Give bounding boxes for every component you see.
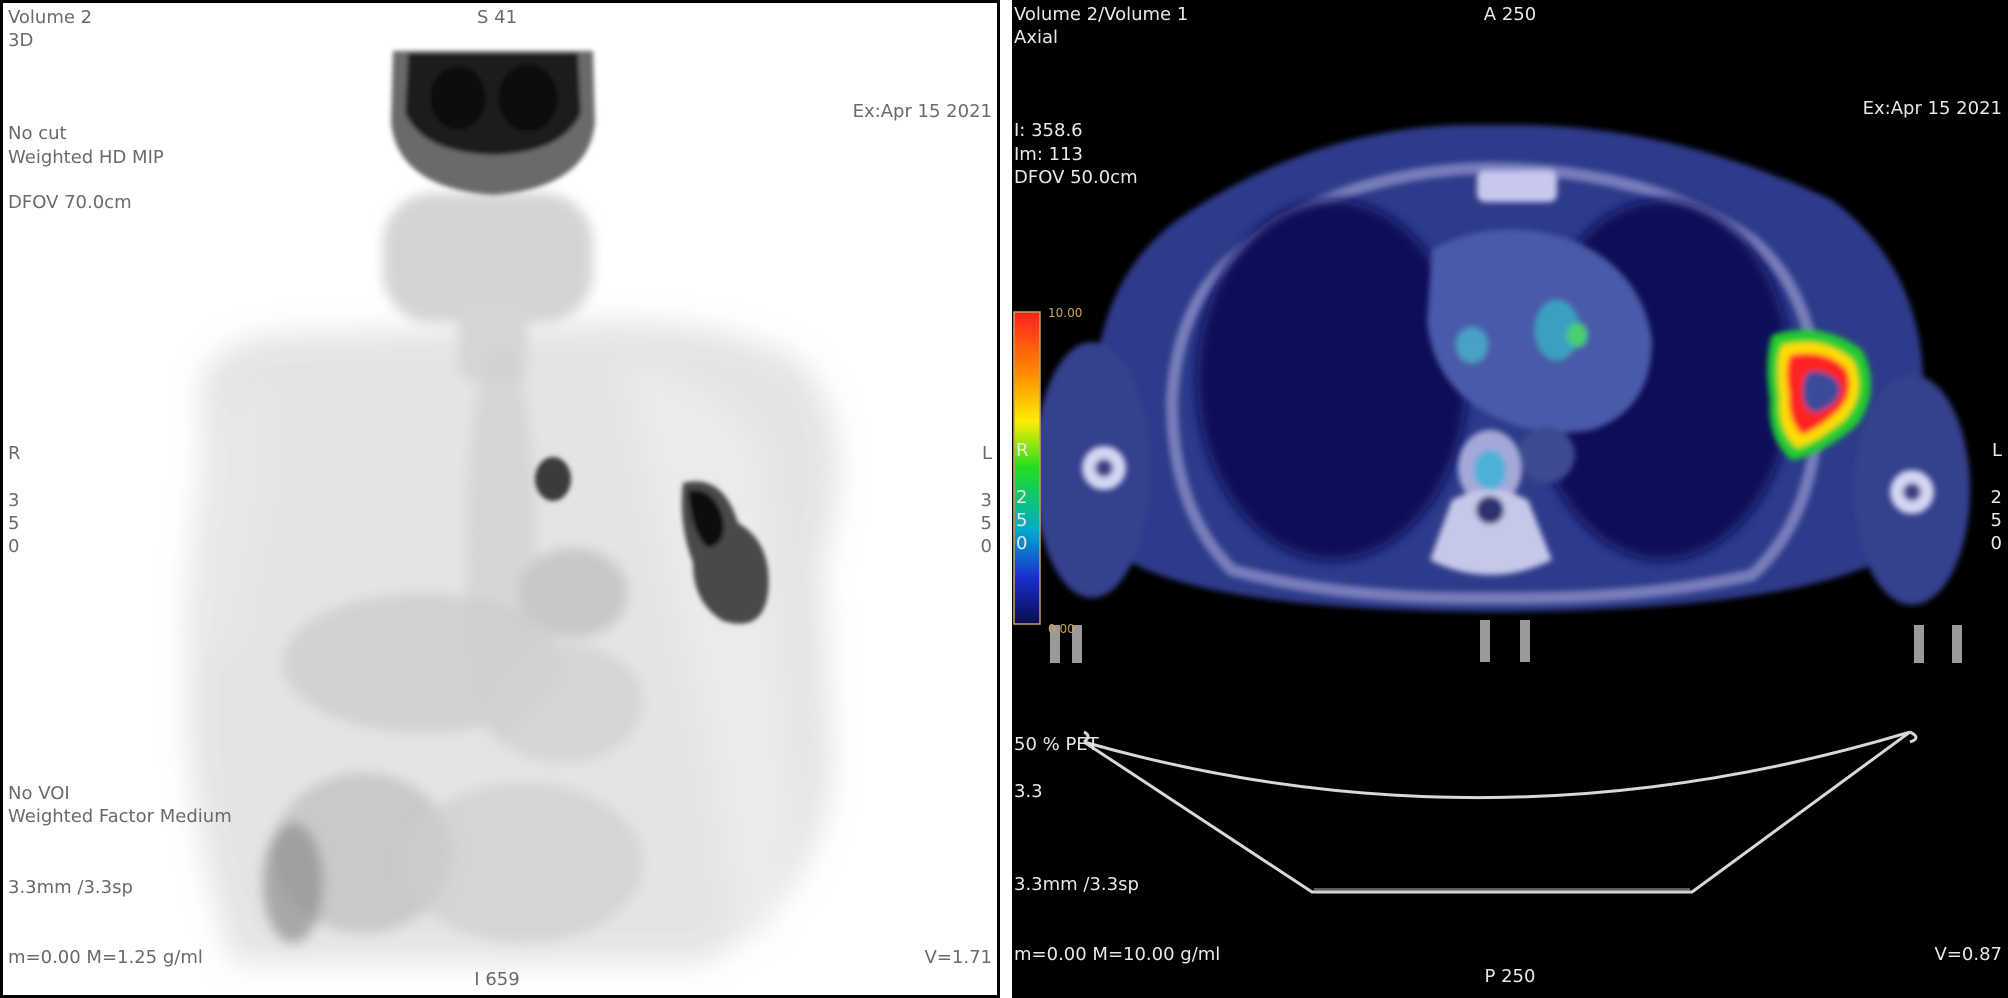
- side-left-digit3: 0: [1016, 533, 1028, 554]
- cut-label: No cut: [8, 123, 67, 144]
- side-left-r: R: [8, 443, 21, 464]
- side-left-digit1: 3: [8, 490, 20, 511]
- mip-viewport[interactable]: Volume 2 3D S 41 Ex:Apr 15 2021 No cut W…: [0, 0, 1000, 998]
- window-label: m=0.00 M=10.00 g/ml: [1014, 944, 1221, 965]
- axial-viewport[interactable]: 10.00 0.00 Volume 2/Volume 1 Axial A 250…: [1012, 0, 2008, 998]
- image-number-label: Im: 113: [1014, 144, 1083, 165]
- blend-value: 3.3: [1014, 781, 1043, 802]
- orientation-bottom: P 250: [1484, 966, 1536, 987]
- view-mode-label: 3D: [8, 30, 34, 51]
- side-right-digit3: 0: [980, 536, 992, 557]
- volume-label: Volume 2/Volume 1: [1014, 4, 1189, 25]
- exam-date: Ex:Apr 15 2021: [1862, 98, 2002, 119]
- orientation-bottom: I 659: [474, 969, 520, 990]
- voi-label: No VOI: [8, 783, 70, 804]
- side-right-digit2: 5: [980, 513, 992, 534]
- intensity-label: I: 358.6: [1014, 120, 1083, 141]
- view-mode-label: Axial: [1014, 27, 1058, 48]
- side-right-l: L: [981, 443, 992, 464]
- side-left-digit2: 5: [8, 513, 20, 534]
- exam-date: Ex:Apr 15 2021: [852, 101, 992, 122]
- side-right-digit2: 5: [1990, 510, 2002, 531]
- side-right-digit1: 3: [980, 490, 992, 511]
- colorbar-min: 0.00: [1048, 622, 1075, 636]
- orientation-top: S 41: [476, 7, 518, 28]
- side-left-digit1: 2: [1016, 487, 1028, 508]
- side-right-digit3: 0: [1990, 533, 2002, 554]
- dfov-label: DFOV 70.0cm: [8, 192, 132, 213]
- axial-image: [1013, 124, 1970, 894]
- side-left-digit3: 0: [8, 536, 20, 557]
- colorbar-max: 10.00: [1048, 306, 1083, 320]
- side-right-digit1: 2: [1990, 487, 2002, 508]
- colorbar: [1013, 311, 1041, 625]
- blend-label: 50 % PET: [1014, 734, 1099, 755]
- render-mode: Weighted HD MIP: [8, 147, 164, 168]
- side-right-l: L: [1991, 440, 2002, 461]
- thickness-label: 3.3mm /3.3sp: [1014, 874, 1139, 895]
- orientation-top: A 250: [1483, 4, 1537, 25]
- thickness-label: 3.3mm /3.3sp: [8, 877, 133, 898]
- v-value: V=1.71: [924, 947, 992, 968]
- dfov-label: DFOV 50.0cm: [1014, 167, 1138, 188]
- window-label: m=0.00 M=1.25 g/ml: [8, 947, 203, 968]
- side-left-r: R: [1016, 440, 1029, 461]
- weighted-factor-label: Weighted Factor Medium: [8, 806, 232, 827]
- side-left-digit2: 5: [1016, 510, 1028, 531]
- volume-label: Volume 2: [8, 7, 93, 28]
- v-value: V=0.87: [1934, 944, 2002, 965]
